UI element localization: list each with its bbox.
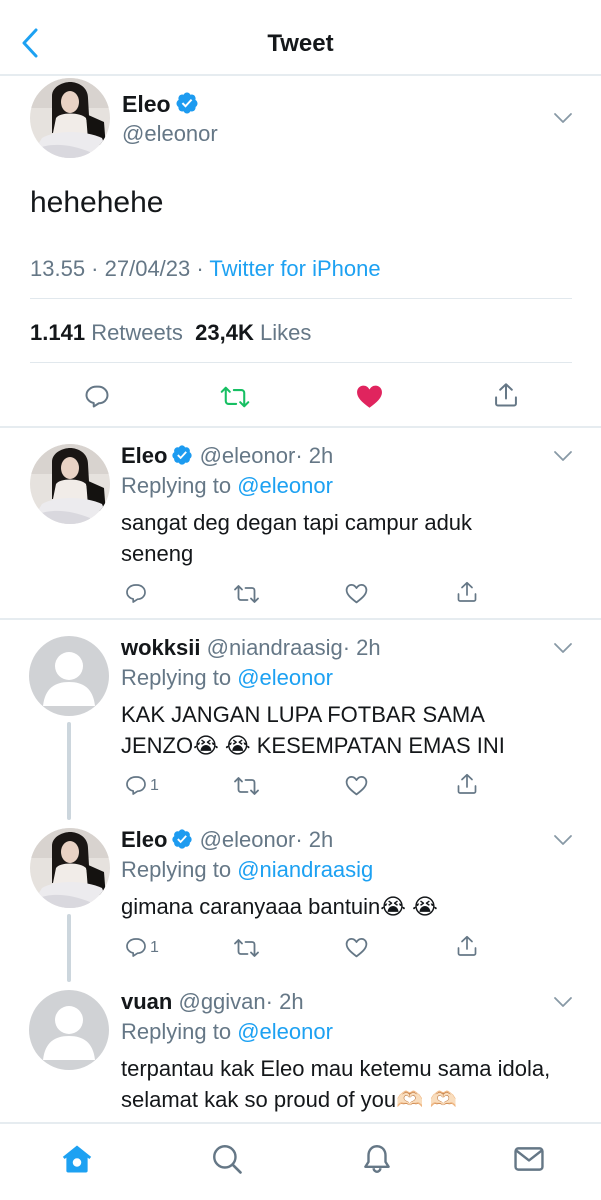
heart-icon[interactable]	[344, 581, 369, 606]
share-icon[interactable]	[492, 380, 520, 410]
retweet-icon[interactable]	[233, 582, 260, 606]
retweet-icon[interactable]	[233, 774, 260, 798]
reply-count: 1	[150, 777, 159, 794]
author-name[interactable]: Eleo	[122, 91, 199, 118]
reply-age: · 2h	[342, 635, 381, 660]
reply-tweet[interactable]: Eleo @eleonor· 2h Replying to @eleonor s…	[0, 430, 601, 618]
heart-icon[interactable]	[344, 773, 369, 798]
share-icon[interactable]	[455, 933, 479, 959]
reply-header: vuan @ggivan· 2h	[121, 989, 304, 1015]
heart-filled-icon[interactable]	[355, 382, 384, 411]
reply-header: Eleo @eleonor· 2h	[121, 827, 333, 853]
verified-badge-icon	[175, 91, 199, 115]
reply-text: sangat deg degan tapi campur aduk seneng	[121, 510, 473, 566]
replying-mention-link[interactable]: @eleonor	[237, 1019, 333, 1044]
page-title: Tweet	[267, 30, 334, 57]
reply-icon[interactable]	[124, 935, 148, 959]
verified-badge-icon	[171, 828, 193, 850]
reply-tweet[interactable]: wokksii @niandraasig· 2h Replying to @el…	[0, 620, 601, 810]
author-name[interactable]: Eleo	[121, 443, 167, 468]
replying-mention-link[interactable]: @eleonor	[237, 665, 333, 690]
avatar[interactable]	[29, 636, 109, 716]
tab-home[interactable]	[60, 1142, 94, 1181]
tab-messages[interactable]	[512, 1142, 546, 1181]
tab-search[interactable]	[210, 1142, 244, 1181]
author-name-text: Eleo	[122, 91, 171, 117]
chevron-down-icon[interactable]	[553, 996, 573, 1008]
retweets-count: 1.141	[30, 320, 86, 345]
chevron-down-icon[interactable]	[553, 112, 573, 124]
replying-to: Replying to @eleonor	[121, 1019, 333, 1045]
home-icon	[62, 1145, 92, 1173]
reply-count: 1	[150, 939, 159, 956]
likes-label: Likes	[259, 320, 312, 345]
reply-age: · 2h	[295, 443, 334, 468]
tweet-stats: 1.141 Retweets 23,4K Likes	[30, 320, 311, 346]
tweet-time: 13.55	[30, 256, 86, 281]
search-icon	[213, 1145, 242, 1174]
author-handle[interactable]: @niandraasig	[207, 635, 343, 660]
replying-label: Replying to	[121, 665, 232, 690]
avatar[interactable]	[30, 444, 110, 524]
replying-label: Replying to	[121, 1019, 232, 1044]
reply-age: · 2h	[265, 989, 304, 1014]
reply-text: KAK JANGAN LUPA FOTBAR SAMA JENZO😭 😭 KES…	[121, 702, 505, 758]
tweet-source-link[interactable]: Twitter for iPhone	[209, 256, 380, 281]
verified-badge-icon	[171, 444, 193, 466]
bottom-tab-bar	[0, 1122, 601, 1200]
heart-icon[interactable]	[344, 935, 369, 960]
avatar[interactable]	[30, 828, 110, 908]
replying-mention-link[interactable]: @niandraasig	[237, 857, 373, 882]
tweet-text: hehehehe	[30, 186, 164, 219]
author-handle[interactable]: @ggivan	[178, 989, 265, 1014]
author-handle[interactable]: @eleonor	[200, 443, 296, 468]
reply-tweet[interactable]: vuan @ggivan· 2h Replying to @eleonor te…	[0, 974, 601, 1122]
chevron-down-icon[interactable]	[553, 642, 573, 654]
reply-header: Eleo @eleonor· 2h	[121, 443, 333, 469]
author-handle[interactable]: @eleonor	[200, 827, 296, 852]
messages-envelope-icon	[514, 1147, 544, 1171]
chevron-down-icon[interactable]	[553, 450, 573, 462]
replying-to: Replying to @eleonor	[121, 473, 333, 499]
author-name[interactable]: vuan	[121, 989, 172, 1014]
reply-tweet[interactable]: Eleo @eleonor· 2h Replying to @niandraas…	[0, 812, 601, 982]
likes-count: 23,4K	[195, 320, 254, 345]
reply-text: gimana caranyaaa bantuin😭 😭	[121, 894, 438, 919]
replying-to: Replying to @niandraasig	[121, 857, 373, 883]
avatar[interactable]	[29, 990, 109, 1070]
reply-icon[interactable]	[83, 382, 111, 410]
reply-icon[interactable]	[124, 581, 148, 605]
reply-icon[interactable]	[124, 773, 148, 797]
reply-age: · 2h	[295, 827, 334, 852]
replying-mention-link[interactable]: @eleonor	[237, 473, 333, 498]
replying-label: Replying to	[121, 473, 232, 498]
divider	[30, 362, 572, 363]
author-name[interactable]: Eleo	[121, 827, 167, 852]
retweets-label: Retweets	[91, 320, 183, 345]
author-handle[interactable]: @eleonor	[122, 121, 218, 147]
notifications-bell-icon	[364, 1145, 390, 1173]
tweet-meta: 13.55 · 27/04/23 · Twitter for iPhone	[30, 256, 381, 281]
retweets-stat[interactable]: 1.141 Retweets	[30, 320, 183, 345]
avatar[interactable]	[30, 78, 110, 158]
retweet-icon[interactable]	[233, 936, 260, 960]
replying-label: Replying to	[121, 857, 232, 882]
main-tweet: Eleo @eleonor hehehehe 13.55 · 27/04/23 …	[0, 78, 601, 428]
tab-notifications[interactable]	[360, 1142, 394, 1181]
share-icon[interactable]	[455, 771, 479, 797]
share-icon[interactable]	[455, 579, 479, 605]
top-bar: Tweet	[0, 0, 601, 76]
replying-to: Replying to @eleonor	[121, 665, 333, 691]
likes-stat[interactable]: 23,4K Likes	[195, 320, 311, 345]
author-name[interactable]: wokksii	[121, 635, 200, 660]
chevron-down-icon[interactable]	[553, 834, 573, 846]
retweet-icon[interactable]	[220, 383, 250, 411]
tweet-date: 27/04/23	[104, 256, 191, 281]
divider	[30, 298, 572, 299]
reply-header: wokksii @niandraasig· 2h	[121, 635, 381, 661]
reply-text: terpantau kak Eleo mau ketemu sama idola…	[121, 1056, 551, 1112]
